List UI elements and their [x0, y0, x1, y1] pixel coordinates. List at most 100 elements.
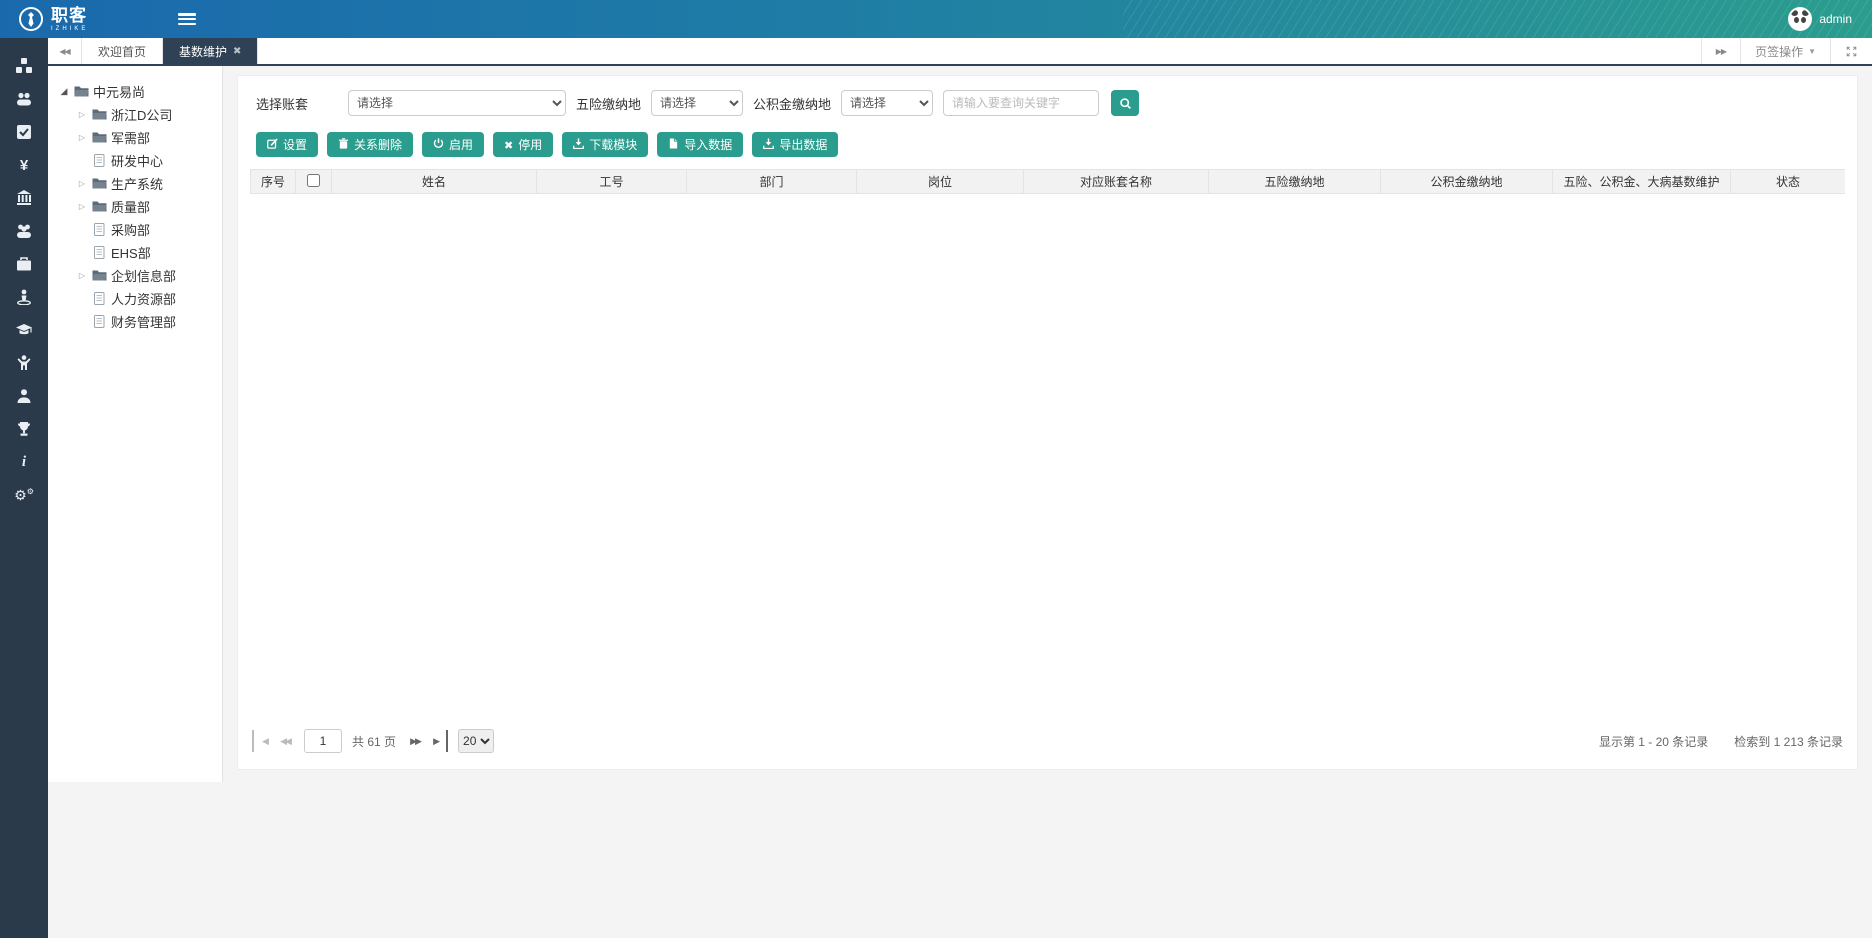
下载模块-button[interactable]: 下载模块 [562, 132, 648, 157]
user-icon[interactable] [15, 388, 33, 404]
tree-root-item[interactable]: ◢中元易尚 [58, 80, 222, 103]
data-table-wrap: 序号姓名工号部门岗位对应账套名称五险缴纳地公积金缴纳地五险、公积金、大病基数维护… [238, 165, 1857, 194]
prev-page-button[interactable]: ◀◀ [274, 730, 296, 752]
search-input[interactable] [943, 90, 1099, 116]
fund-place-select[interactable]: 请选择 [841, 90, 933, 116]
account-filter-label: 选择账套 [256, 94, 308, 113]
yen-icon[interactable]: ¥ [15, 157, 33, 173]
tree-item-label: 浙江D公司 [111, 105, 172, 124]
chevron-down-icon: ▼ [1808, 47, 1816, 56]
logo-circle-tie-icon [18, 6, 44, 32]
username-label[interactable]: admin [1819, 12, 1852, 26]
trophy-icon[interactable] [15, 421, 33, 437]
tree-item-浙江D公司[interactable]: ▷ 浙江D公司 [58, 103, 222, 126]
tree-expand-icon[interactable]: ◢ [58, 86, 70, 97]
folder-icon [92, 131, 107, 144]
col-header-2: 工号 [537, 170, 687, 194]
group-icon[interactable] [15, 223, 33, 239]
导出数据-button[interactable]: 导出数据 [752, 132, 838, 157]
button-label: 关系删除 [354, 136, 402, 153]
employee-table: 序号姓名工号部门岗位对应账套名称五险缴纳地公积金缴纳地五险、公积金、大病基数维护… [250, 169, 1845, 194]
check-square-icon[interactable] [15, 124, 33, 140]
search-button[interactable] [1111, 90, 1139, 116]
download-icon [573, 138, 584, 152]
records-found-label: 检索到 1 213 条记录 [1734, 733, 1843, 750]
tree-item-企划信息部[interactable]: ▷企划信息部 [58, 264, 222, 287]
col-header-1: 姓名 [332, 170, 537, 194]
tab-label: 基数维护 [179, 43, 227, 60]
导入数据-button[interactable]: 导入数据 [657, 132, 743, 157]
team-icon[interactable] [15, 91, 33, 107]
tree-item-label: 采购部 [111, 220, 150, 239]
tab-close-icon[interactable]: ✖ [233, 46, 241, 57]
first-page-button[interactable]: ◀ [252, 730, 274, 752]
folder-icon [92, 177, 107, 190]
cogs-icon[interactable]: ⚙⚙ [15, 487, 33, 503]
street-view-icon[interactable] [15, 289, 33, 305]
启用-button[interactable]: 启用 [422, 132, 484, 157]
tree-item-质量部[interactable]: ▷质量部 [58, 195, 222, 218]
folder-icon [92, 200, 107, 213]
tree-item-财务管理部[interactable]: 财务管理部 [58, 310, 222, 333]
tree-collapse-icon[interactable]: ▷ [76, 271, 88, 280]
hamburger-icon[interactable] [178, 13, 196, 25]
tab-基数维护[interactable]: 基数维护 ✖ [163, 38, 258, 64]
button-label: 导入数据 [684, 136, 732, 153]
icon-rail: ¥ i ⚙⚙ [0, 38, 48, 938]
tab-operations-dropdown[interactable]: 页签操作▼ [1740, 38, 1830, 64]
insurance-place-select[interactable]: 请选择 [651, 90, 743, 116]
button-label: 启用 [449, 136, 473, 153]
insurance-filter-label: 五险缴纳地 [576, 94, 641, 113]
tree-item-label: EHS部 [111, 243, 151, 262]
sitemap-icon[interactable] [15, 58, 33, 74]
停用-button[interactable]: ✖停用 [493, 132, 553, 157]
next-page-button[interactable]: ▶▶ [404, 730, 426, 752]
tab-欢迎首页[interactable]: 欢迎首页 [82, 38, 163, 64]
tree-item-生产系统[interactable]: ▷生产系统 [58, 172, 222, 195]
col-header-8: 五险、公积金、大病基数维护 [1553, 170, 1731, 194]
tree-item-label: 研发中心 [111, 151, 163, 170]
search-icon [1119, 97, 1132, 110]
fullscreen-icon[interactable] [1830, 38, 1872, 64]
tree-item-军需部[interactable]: ▷军需部 [58, 126, 222, 149]
graduation-cap-icon[interactable] [15, 322, 33, 338]
records-shown-label: 显示第 1 - 20 条记录 [1599, 733, 1708, 750]
account-select[interactable]: 请选择 [348, 90, 566, 116]
import-icon [668, 138, 679, 152]
folder-icon [92, 269, 107, 282]
page-size-select[interactable]: 20 [458, 729, 494, 753]
logo-text: 职客 [51, 7, 88, 24]
button-label: 导出数据 [779, 136, 827, 153]
info-icon[interactable]: i [15, 454, 33, 470]
tabs-scroll-right-icon[interactable]: ▶▶ [1701, 38, 1740, 64]
col-header-7: 公积金缴纳地 [1381, 170, 1553, 194]
bank-icon[interactable] [15, 190, 33, 206]
page-number-input[interactable] [304, 729, 342, 753]
关系删除-button[interactable]: 关系删除 [327, 132, 413, 157]
设置-button[interactable]: 设置 [256, 132, 318, 157]
table-header: 序号姓名工号部门岗位对应账套名称五险缴纳地公积金缴纳地五险、公积金、大病基数维护… [251, 170, 1846, 194]
file-icon [92, 246, 107, 259]
edit-icon [267, 138, 278, 152]
select-all-checkbox[interactable] [307, 174, 320, 187]
tree-item-EHS部[interactable]: EHS部 [58, 241, 222, 264]
tab-label: 欢迎首页 [98, 43, 146, 60]
briefcase-icon[interactable] [15, 256, 33, 272]
tree-collapse-icon[interactable]: ▷ [76, 133, 88, 142]
col-header-index: 序号 [251, 170, 296, 194]
tree-item-人力资源部[interactable]: 人力资源部 [58, 287, 222, 310]
total-pages-label: 共 61 页 [352, 733, 396, 750]
last-page-button[interactable]: ▶ [426, 730, 448, 752]
tabs-scroll-left-icon[interactable]: ◀◀ [48, 38, 82, 64]
avatar[interactable] [1788, 7, 1812, 31]
file-icon [92, 292, 107, 305]
button-label: 设置 [283, 136, 307, 153]
tree-collapse-icon[interactable]: ▷ [76, 202, 88, 211]
fund-filter-label: 公积金缴纳地 [753, 94, 831, 113]
child-icon[interactable] [15, 355, 33, 371]
tree-collapse-icon[interactable]: ▷ [76, 110, 88, 119]
tree-collapse-icon[interactable]: ▷ [76, 179, 88, 188]
tree-item-采购部[interactable]: 采购部 [58, 218, 222, 241]
tree-item-研发中心[interactable]: 研发中心 [58, 149, 222, 172]
pagination-bar: ◀ ◀◀ 共 61 页 ▶▶ ▶ 20 显示第 1 - 20 条记录 检索到 1… [238, 717, 1857, 769]
